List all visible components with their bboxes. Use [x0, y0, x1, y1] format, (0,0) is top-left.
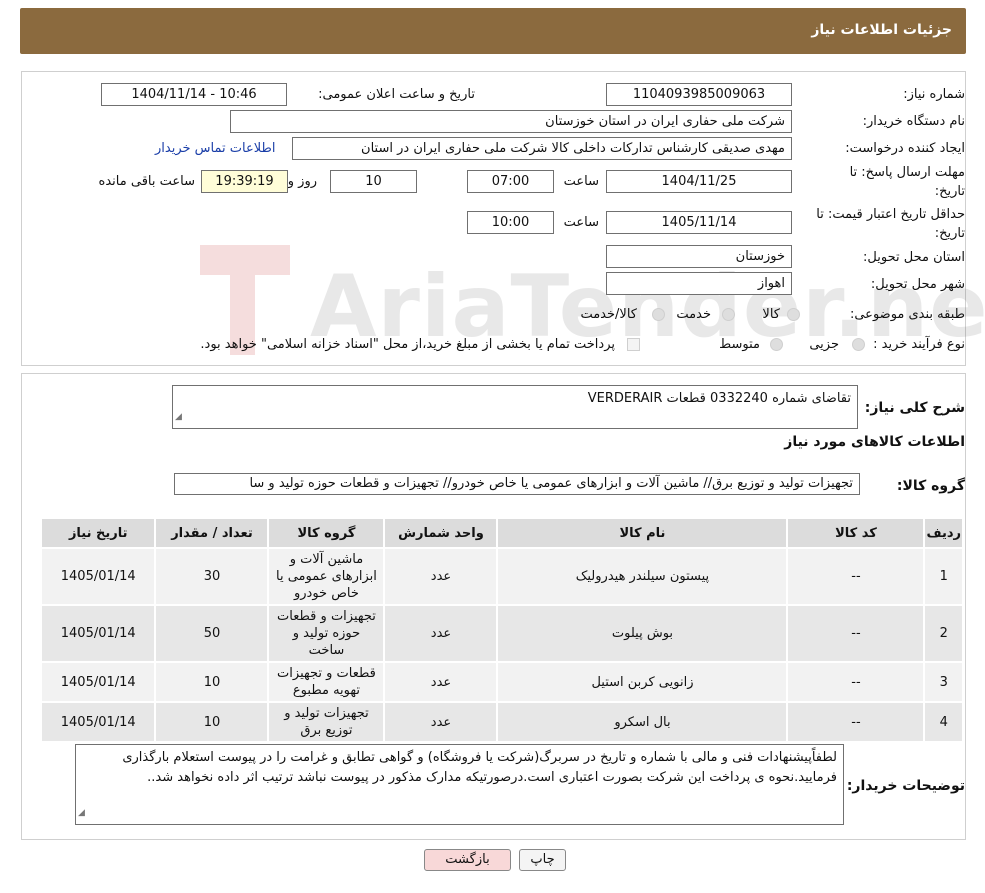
city-field: اهواز	[606, 272, 792, 295]
days-label: روز و	[287, 174, 317, 189]
validity-label: حداقل تاریخ اعتبار قیمت: تا	[816, 207, 965, 222]
cell-unit: عدد	[383, 701, 499, 743]
category-goods-radio[interactable]	[787, 308, 800, 321]
validity-time-label: ساعت	[563, 215, 599, 230]
table-row: 2 -- بوش پیلوت عدد تجهیزات و قطعات حوزه …	[39, 604, 964, 663]
category-service-label: خدمت	[676, 307, 711, 322]
deadline-label-2: تاریخ:	[934, 184, 965, 199]
cell-code: --	[786, 547, 926, 606]
process-minor-label: جزیی	[809, 337, 839, 352]
resize-grip-icon[interactable]: ◢	[78, 803, 85, 823]
buyer-notes-textarea[interactable]: لطفاًپیشنهادات فنی و مالی با شماره و تار…	[75, 744, 844, 825]
cell-row-number: 4	[923, 701, 964, 743]
province-field: خوزستان	[606, 245, 792, 268]
description-label: شرح کلی نیاز:	[864, 400, 965, 416]
treasury-payment-checkbox[interactable]	[627, 338, 640, 351]
cell-name: بوش پیلوت	[496, 604, 789, 663]
deadline-time-field: 07:00	[467, 170, 554, 193]
cell-quantity: 10	[154, 701, 270, 743]
col-header-group: گروه کالا	[267, 517, 386, 549]
col-header-code: کد کالا	[786, 517, 926, 549]
cell-row-number: 3	[923, 661, 964, 703]
goods-table: ردیف کد کالا نام کالا واحد شمارش گروه کا…	[39, 517, 964, 743]
validity-label-2: تاریخ:	[934, 226, 965, 241]
process-minor-radio[interactable]	[852, 338, 865, 351]
cell-quantity: 30	[154, 547, 270, 606]
cell-name: پیستون سیلندر هیدرولیک	[496, 547, 789, 606]
table-row: 3 -- زانویی کربن استیل عدد قطعات و تجهیز…	[39, 661, 964, 703]
process-label: نوع فرآیند خرید :	[873, 337, 965, 352]
cell-name: زانویی کربن استیل	[496, 661, 789, 703]
goods-group-label: گروه کالا:	[896, 478, 965, 494]
process-medium-radio[interactable]	[770, 338, 783, 351]
announce-label: تاریخ و ساعت اعلان عمومی:	[318, 87, 475, 102]
page-header: جزئیات اطلاعات نیاز	[20, 8, 966, 54]
cell-unit: عدد	[383, 604, 499, 663]
table-header-row: ردیف کد کالا نام کالا واحد شمارش گروه کا…	[39, 517, 964, 549]
print-button[interactable]: چاپ	[519, 849, 566, 871]
cell-code: --	[786, 661, 926, 703]
process-medium-label: متوسط	[719, 337, 760, 352]
days-remaining-field: 10	[330, 170, 417, 193]
cell-quantity: 50	[154, 604, 270, 663]
buyer-notes-text: لطفاًپیشنهادات فنی و مالی با شماره و تار…	[122, 750, 837, 785]
cell-row-number: 1	[923, 547, 964, 606]
back-button[interactable]: بازگشت	[424, 849, 511, 871]
cell-need-date: 1405/01/14	[39, 661, 157, 703]
cell-need-date: 1405/01/14	[39, 701, 157, 743]
buyer-contact-link[interactable]: اطلاعات تماس خریدار	[155, 141, 275, 156]
resize-grip-icon[interactable]: ◢	[175, 407, 182, 427]
need-number-label: شماره نیاز:	[903, 87, 965, 102]
category-label: طبقه بندی موضوعی:	[849, 307, 965, 322]
table-row: 4 -- بال اسکرو عدد تجهیزات تولید و توزیع…	[39, 701, 964, 743]
col-header-quantity: تعداد / مقدار	[154, 517, 270, 549]
deadline-time-label: ساعت	[563, 174, 599, 189]
category-service-radio[interactable]	[722, 308, 735, 321]
cell-group: قطعات و تجهیزات تهویه مطبوع	[267, 661, 386, 703]
cell-code: --	[786, 701, 926, 743]
buyer-org-label: نام دستگاه خریدار:	[862, 114, 965, 129]
cell-quantity: 10	[154, 661, 270, 703]
validity-time-field: 10:00	[467, 211, 554, 234]
col-header-unit: واحد شمارش	[383, 517, 499, 549]
col-header-name: نام کالا	[496, 517, 789, 549]
goods-group-field: تجهیزات تولید و توزیع برق// ماشین آلات و…	[174, 473, 860, 495]
cell-need-date: 1405/01/14	[39, 604, 157, 663]
col-header-row-number: ردیف	[923, 517, 964, 549]
cell-name: بال اسکرو	[496, 701, 789, 743]
buyer-org-field: شرکت ملی حفاری ایران در استان خوزستان	[230, 110, 792, 133]
deadline-label: مهلت ارسال پاسخ: تا	[849, 165, 965, 180]
validity-date-field: 1405/11/14	[606, 211, 792, 234]
cell-group: تجهیزات تولید و توزیع برق	[267, 701, 386, 743]
goods-section-title: اطلاعات کالاهای مورد نیاز	[784, 434, 965, 450]
announce-field: 1404/11/14 - 10:46	[101, 83, 287, 106]
buyer-notes-label: توضیحات خریدار:	[846, 778, 965, 794]
page-title: جزئیات اطلاعات نیاز	[811, 22, 952, 38]
creator-field: مهدی صدیقی کارشناس تدارکات داخلی کالا شر…	[292, 137, 792, 160]
table-row: 1 -- پیستون سیلندر هیدرولیک عدد ماشین آل…	[39, 547, 964, 606]
category-goods-label: کالا	[762, 307, 780, 322]
col-header-need-date: تاریخ نیاز	[39, 517, 157, 549]
cell-code: --	[786, 604, 926, 663]
province-label: استان محل تحویل:	[863, 250, 965, 265]
city-label: شهر محل تحویل:	[870, 277, 965, 292]
category-goods-service-radio[interactable]	[652, 308, 665, 321]
cell-group: ماشین آلات و ابزارهای عمومی یا خاص خودرو	[267, 547, 386, 606]
treasury-payment-note: پرداخت تمام یا بخشی از مبلغ خرید،از محل …	[200, 337, 615, 352]
category-goods-service-label: کالا/خدمت	[580, 307, 637, 322]
remaining-time-field: 19:39:19	[201, 170, 288, 193]
cell-unit: عدد	[383, 661, 499, 703]
cell-unit: عدد	[383, 547, 499, 606]
cell-row-number: 2	[923, 604, 964, 663]
cell-group: تجهیزات و قطعات حوزه تولید و ساخت	[267, 604, 386, 663]
description-textarea[interactable]: تقاضای شماره 0332240 قطعات VERDERAIR ◢	[172, 385, 858, 429]
need-number-field: 1104093985009063	[606, 83, 792, 106]
cell-need-date: 1405/01/14	[39, 547, 157, 606]
remaining-label: ساعت باقی مانده	[98, 174, 195, 189]
creator-label: ایجاد کننده درخواست:	[845, 141, 965, 156]
description-text: تقاضای شماره 0332240 قطعات VERDERAIR	[587, 391, 851, 406]
deadline-date-field: 1404/11/25	[606, 170, 792, 193]
